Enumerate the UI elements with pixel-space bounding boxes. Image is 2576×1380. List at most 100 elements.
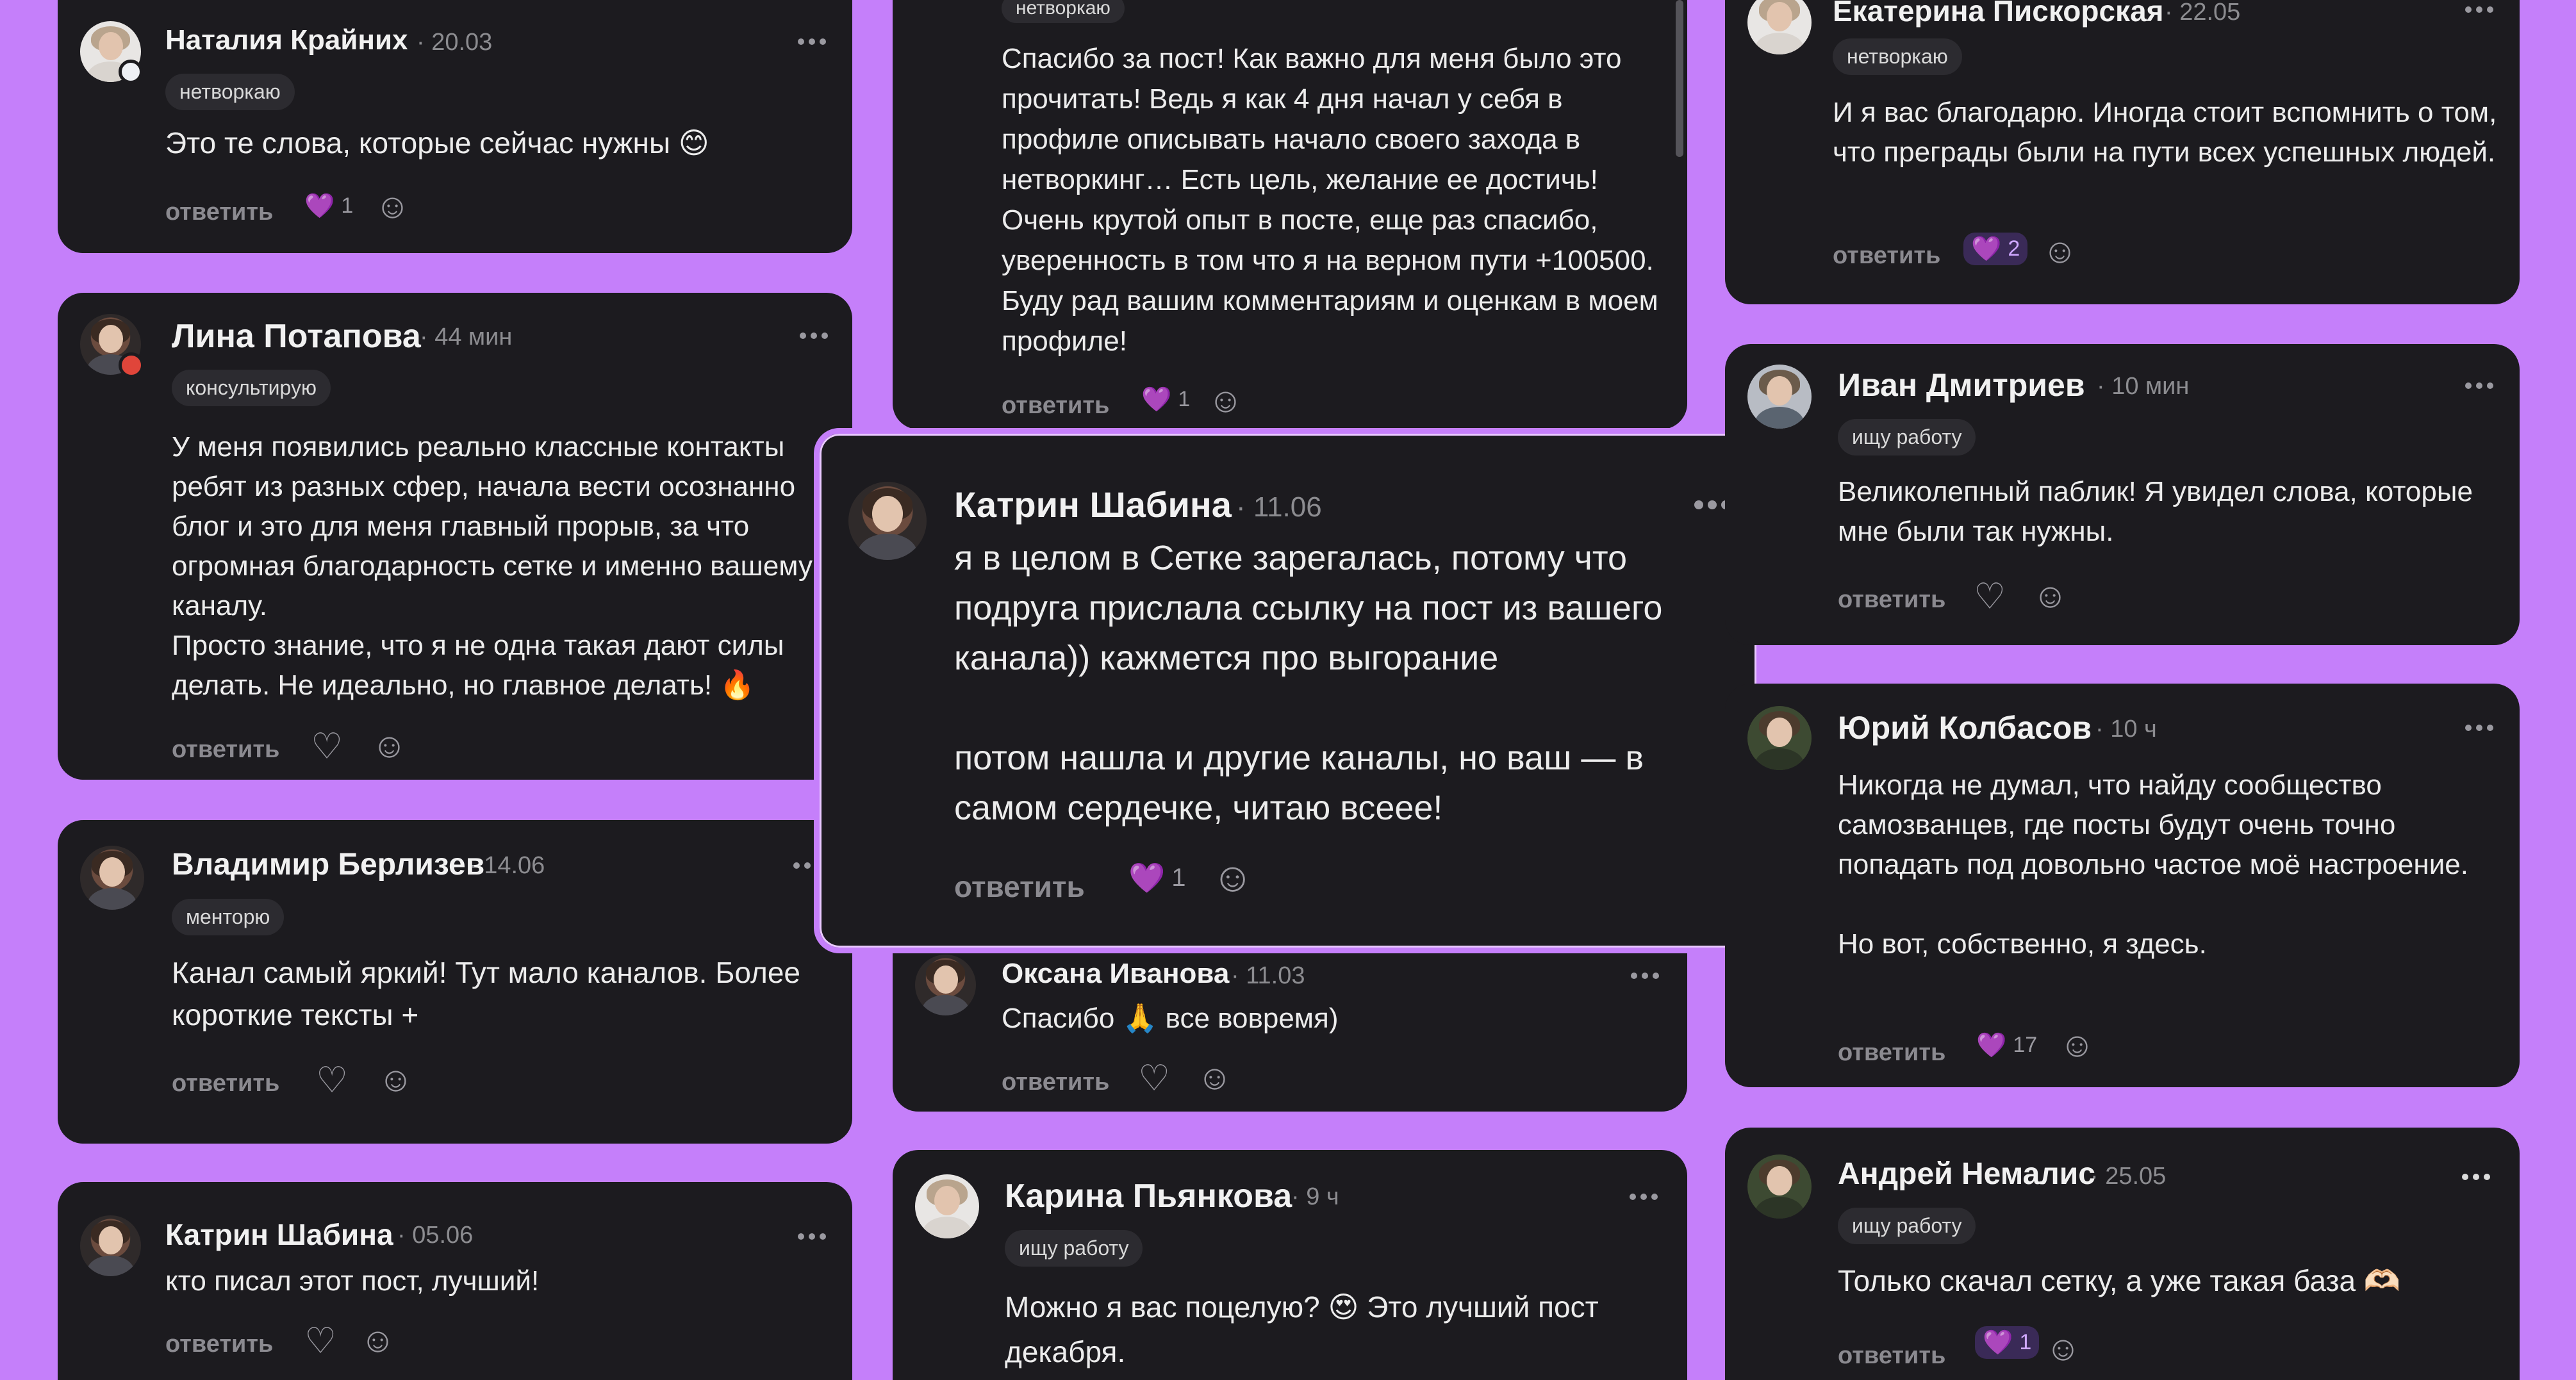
avatar[interactable]: [80, 1215, 141, 1276]
reply-button[interactable]: ответить: [165, 199, 273, 226]
comment-text: Спасибо 🙏 все вовремя): [1002, 1003, 1339, 1034]
comment-text: Можно я вас поцелую? 😍 Это лучший пост д…: [1005, 1290, 1599, 1368]
like-button[interactable]: ♡: [304, 1323, 336, 1359]
add-reaction-icon[interactable]: ☺: [2045, 1331, 2081, 1366]
comment-time: · 11.03: [1231, 962, 1305, 989]
add-reaction-icon[interactable]: ☺: [2042, 234, 2077, 268]
like-count: 1: [1171, 863, 1186, 892]
heart-outline-icon: ♡: [1138, 1058, 1171, 1098]
reply-button[interactable]: ответить: [954, 869, 1085, 904]
status-badge: менторю: [172, 899, 285, 935]
heart-outline-icon: ♡: [1974, 576, 2006, 616]
comment-text: я в целом в Сетке зарегалась, потому что…: [954, 539, 1663, 827]
more-options-icon[interactable]: [2465, 382, 2493, 389]
add-reaction-icon[interactable]: ☺: [2033, 579, 2068, 613]
add-reaction-icon[interactable]: ☺: [372, 728, 407, 763]
avatar[interactable]: [1747, 706, 1812, 770]
heart-outline-icon: ♡: [316, 1060, 349, 1100]
reply-button[interactable]: ответить: [1838, 1039, 1945, 1067]
reply-button[interactable]: ответить: [172, 1070, 279, 1097]
reply-button[interactable]: ответить: [172, 736, 279, 764]
comment-time: · 11.06: [1236, 491, 1322, 523]
more-options-icon[interactable]: [2462, 1174, 2490, 1180]
community-badge-icon: [119, 60, 143, 84]
like-button[interactable]: ♡: [1138, 1060, 1170, 1096]
add-reaction-icon[interactable]: ☺: [1208, 383, 1243, 418]
avatar[interactable]: [915, 955, 976, 1015]
reply-button[interactable]: ответить: [165, 1331, 273, 1358]
more-options-icon[interactable]: [1630, 1194, 1658, 1200]
author-name[interactable]: Катрин Шабина: [954, 484, 1232, 525]
more-options-icon[interactable]: [798, 38, 826, 45]
reply-button[interactable]: ответить: [1833, 242, 1940, 270]
heart-outline-icon: ♡: [311, 726, 343, 766]
author-name[interactable]: Карина Пьянкова: [1005, 1177, 1292, 1215]
heart-icon: 💜: [1128, 861, 1166, 894]
reply-button[interactable]: ответить: [1002, 1069, 1109, 1096]
author-name[interactable]: Екатерина Пискорская: [1833, 0, 2164, 28]
like-button[interactable]: 💜 1: [1975, 1326, 2040, 1359]
author-name[interactable]: Лина Потапова: [172, 317, 421, 356]
author-name[interactable]: Владимир Берлизев: [172, 847, 484, 882]
avatar[interactable]: [848, 482, 927, 560]
like-button[interactable]: ♡: [1974, 579, 2006, 614]
comment-text: У меня появились реально классные контак…: [172, 431, 813, 701]
comment-text: Канал самый яркий! Тут мало каналов. Бол…: [172, 956, 801, 1031]
scrollbar[interactable]: [1676, 0, 1683, 157]
comment-card: Юрий Колбасов · 10 ч Никогда не думал, ч…: [1725, 684, 2520, 1087]
heart-icon: 💜: [1983, 1329, 2013, 1356]
more-options-icon[interactable]: [798, 1233, 826, 1240]
more-options-icon[interactable]: [2465, 6, 2493, 13]
avatar[interactable]: [1747, 1154, 1812, 1219]
add-reaction-icon[interactable]: ☺: [378, 1062, 413, 1097]
comment-card: нетворкаю Спасибо за пост! Как важно для…: [893, 0, 1687, 429]
more-options-icon[interactable]: [2465, 725, 2493, 731]
heart-icon: 💜: [304, 192, 335, 220]
author-name[interactable]: Юрий Колбасов: [1838, 709, 2092, 746]
author-name[interactable]: Андрей Немалис: [1838, 1156, 2095, 1192]
add-reaction-icon[interactable]: ☺: [1212, 857, 1253, 898]
author-name[interactable]: Иван Дмитриев: [1838, 366, 2085, 404]
comment-card: Карина Пьянкова · 9 ч ищу работу Можно я…: [893, 1150, 1687, 1380]
comment-text: Только скачал сетку, а уже такая база 🫶🏻: [1838, 1264, 2401, 1297]
status-badge: нетворкаю: [1002, 0, 1125, 23]
reply-button[interactable]: ответить: [1838, 586, 1945, 614]
add-reaction-icon[interactable]: ☺: [1197, 1060, 1232, 1095]
more-options-icon[interactable]: [1631, 973, 1659, 979]
author-name[interactable]: Оксана Иванова: [1002, 958, 1229, 990]
like-button[interactable]: 💜 1: [304, 193, 353, 218]
like-button[interactable]: 💜 1: [1141, 387, 1190, 412]
avatar[interactable]: [1747, 365, 1812, 429]
like-count: 1: [2019, 1330, 2032, 1354]
add-reaction-icon[interactable]: ☺: [375, 189, 410, 224]
comment-card: Катрин Шабина · 05.06 кто писал этот пос…: [58, 1182, 852, 1380]
comment-time: · 10 ч: [2095, 716, 2157, 743]
add-reaction-icon[interactable]: ☺: [2060, 1028, 2095, 1062]
featured-comment-card: Катрин Шабина · 11.06 я в целом в Сетке …: [814, 428, 1762, 953]
avatar[interactable]: [80, 846, 144, 910]
community-badge-icon: [119, 352, 144, 378]
like-button[interactable]: ♡: [311, 728, 343, 764]
more-options-icon[interactable]: [800, 333, 828, 339]
comment-time: · 14.06: [469, 852, 545, 879]
like-button[interactable]: 💜 2: [1963, 233, 2028, 265]
like-button[interactable]: 💜 17: [1976, 1033, 2037, 1058]
reply-button[interactable]: ответить: [1002, 392, 1109, 420]
avatar[interactable]: [915, 1174, 979, 1238]
comment-text: Это те слова, которые сейчас нужны 😊: [165, 126, 709, 160]
comment-text: кто писал этот пост, лучший!: [165, 1265, 540, 1297]
comment-text: Великолепный паблик! Я увидел слова, кот…: [1838, 476, 2473, 547]
author-name[interactable]: Катрин Шабина: [165, 1217, 393, 1252]
reply-button[interactable]: ответить: [1838, 1342, 1945, 1370]
status-badge: ищу работу: [1005, 1230, 1143, 1267]
avatar[interactable]: [1747, 0, 1812, 54]
comment-card: Андрей Немалис · 25.05 ищу работу Только…: [1725, 1128, 2520, 1380]
comment-time: · 05.06: [397, 1222, 474, 1249]
author-name[interactable]: Наталия Крайних: [165, 24, 408, 56]
like-button[interactable]: 💜 1: [1128, 863, 1186, 892]
comment-card: Екатерина Пискорская · 22.05 нетворкаю И…: [1725, 0, 2520, 304]
add-reaction-icon[interactable]: ☺: [360, 1323, 395, 1358]
like-button[interactable]: ♡: [316, 1062, 348, 1098]
heart-icon: 💜: [1971, 235, 2002, 263]
status-badge: нетворкаю: [1833, 38, 1962, 75]
